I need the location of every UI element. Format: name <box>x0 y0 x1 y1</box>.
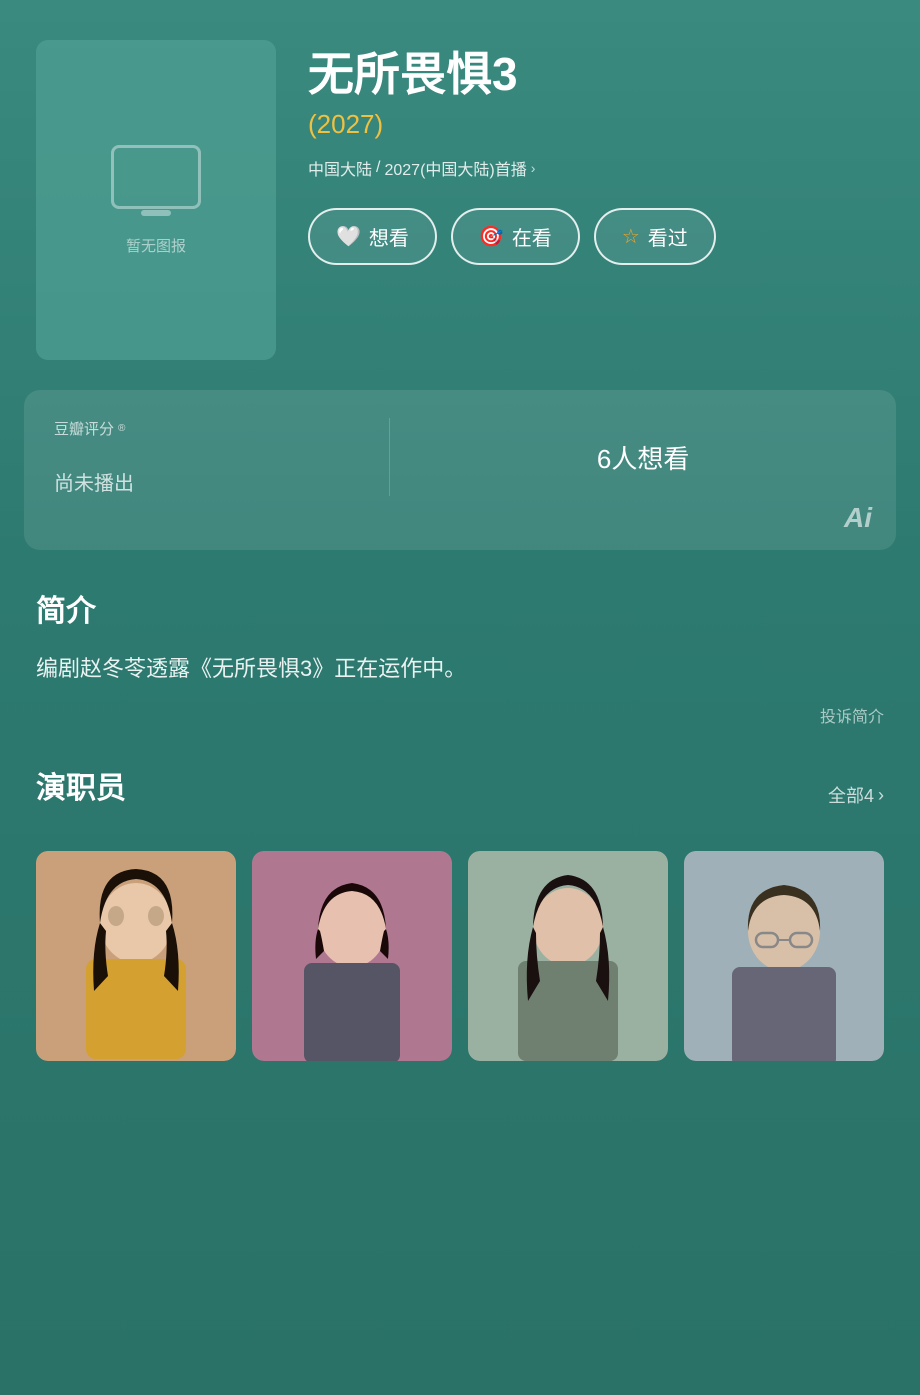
poster: 暂无图报 <box>36 40 276 360</box>
watched-label: 看过 <box>648 222 688 251</box>
not-aired-text: 尚未播出 <box>54 467 359 496</box>
cast-all-link[interactable]: 全部4 › <box>828 782 884 808</box>
title-section: 无所畏惧3 (2027) 中国大陆 / 2027(中国大陆)首播 › 🤍 想看 … <box>308 40 884 265</box>
watching-label: 在看 <box>512 222 552 251</box>
cast-photo-2 <box>252 851 452 1061</box>
cast-photo-3 <box>468 851 668 1061</box>
poster-no-img-text: 暂无图报 <box>126 235 186 256</box>
rating-left: 豆瓣评分® 尚未播出 <box>24 418 390 496</box>
desc-title: 简介 <box>36 586 884 630</box>
cast-all-label: 全部4 <box>828 782 874 808</box>
movie-title: 无所畏惧3 <box>308 48 884 101</box>
cast-title: 演职员 <box>36 763 126 807</box>
want-label: 想看 <box>369 222 409 251</box>
poster-icon <box>111 145 201 209</box>
cast-header: 演职员 全部4 › <box>36 763 884 827</box>
watching-button[interactable]: 🎯 在看 <box>451 208 580 265</box>
meta-region: 中国大陆 <box>308 156 372 180</box>
ai-text: Ai <box>844 502 872 534</box>
rating-section: 豆瓣评分® 尚未播出 6人想看 Ai <box>24 390 896 550</box>
description-section: 简介 编剧赵冬苓透露《无所畏惧3》正在运作中。 投诉简介 <box>0 586 920 763</box>
cast-photo-4 <box>684 851 884 1061</box>
watching-icon: 🎯 <box>479 224 504 249</box>
want-button[interactable]: 🤍 想看 <box>308 208 437 265</box>
cast-card-3[interactable] <box>468 851 668 1061</box>
desc-text: 编剧赵冬苓透露《无所畏惧3》正在运作中。 <box>36 650 884 687</box>
want-icon: 🤍 <box>336 224 361 249</box>
header-section: 暂无图报 无所畏惧3 (2027) 中国大陆 / 2027(中国大陆)首播 › … <box>0 0 920 390</box>
movie-year: (2027) <box>308 109 884 140</box>
cast-section: 演职员 全部4 › <box>0 763 920 1097</box>
action-buttons: 🤍 想看 🎯 在看 ☆ 看过 <box>308 208 884 265</box>
cast-card-4[interactable] <box>684 851 884 1061</box>
movie-meta: 中国大陆 / 2027(中国大陆)首播 › <box>308 156 884 180</box>
watched-button[interactable]: ☆ 看过 <box>594 208 716 265</box>
cast-arrow: › <box>878 785 884 806</box>
ai-badge: Ai <box>844 502 872 534</box>
watched-icon: ☆ <box>622 224 640 249</box>
meta-year-info: 2027(中国大陆)首播 <box>384 156 526 180</box>
rating-label: 豆瓣评分® <box>54 418 359 439</box>
cast-card-2[interactable] <box>252 851 452 1061</box>
cast-grid <box>36 851 884 1061</box>
cast-photo-1 <box>36 851 236 1061</box>
cast-card-1[interactable] <box>36 851 236 1061</box>
rating-right: 6人想看 <box>390 418 896 496</box>
meta-arrow[interactable]: › <box>531 160 536 176</box>
complaint-link[interactable]: 投诉简介 <box>36 703 884 727</box>
want-count: 6人想看 <box>597 439 689 476</box>
